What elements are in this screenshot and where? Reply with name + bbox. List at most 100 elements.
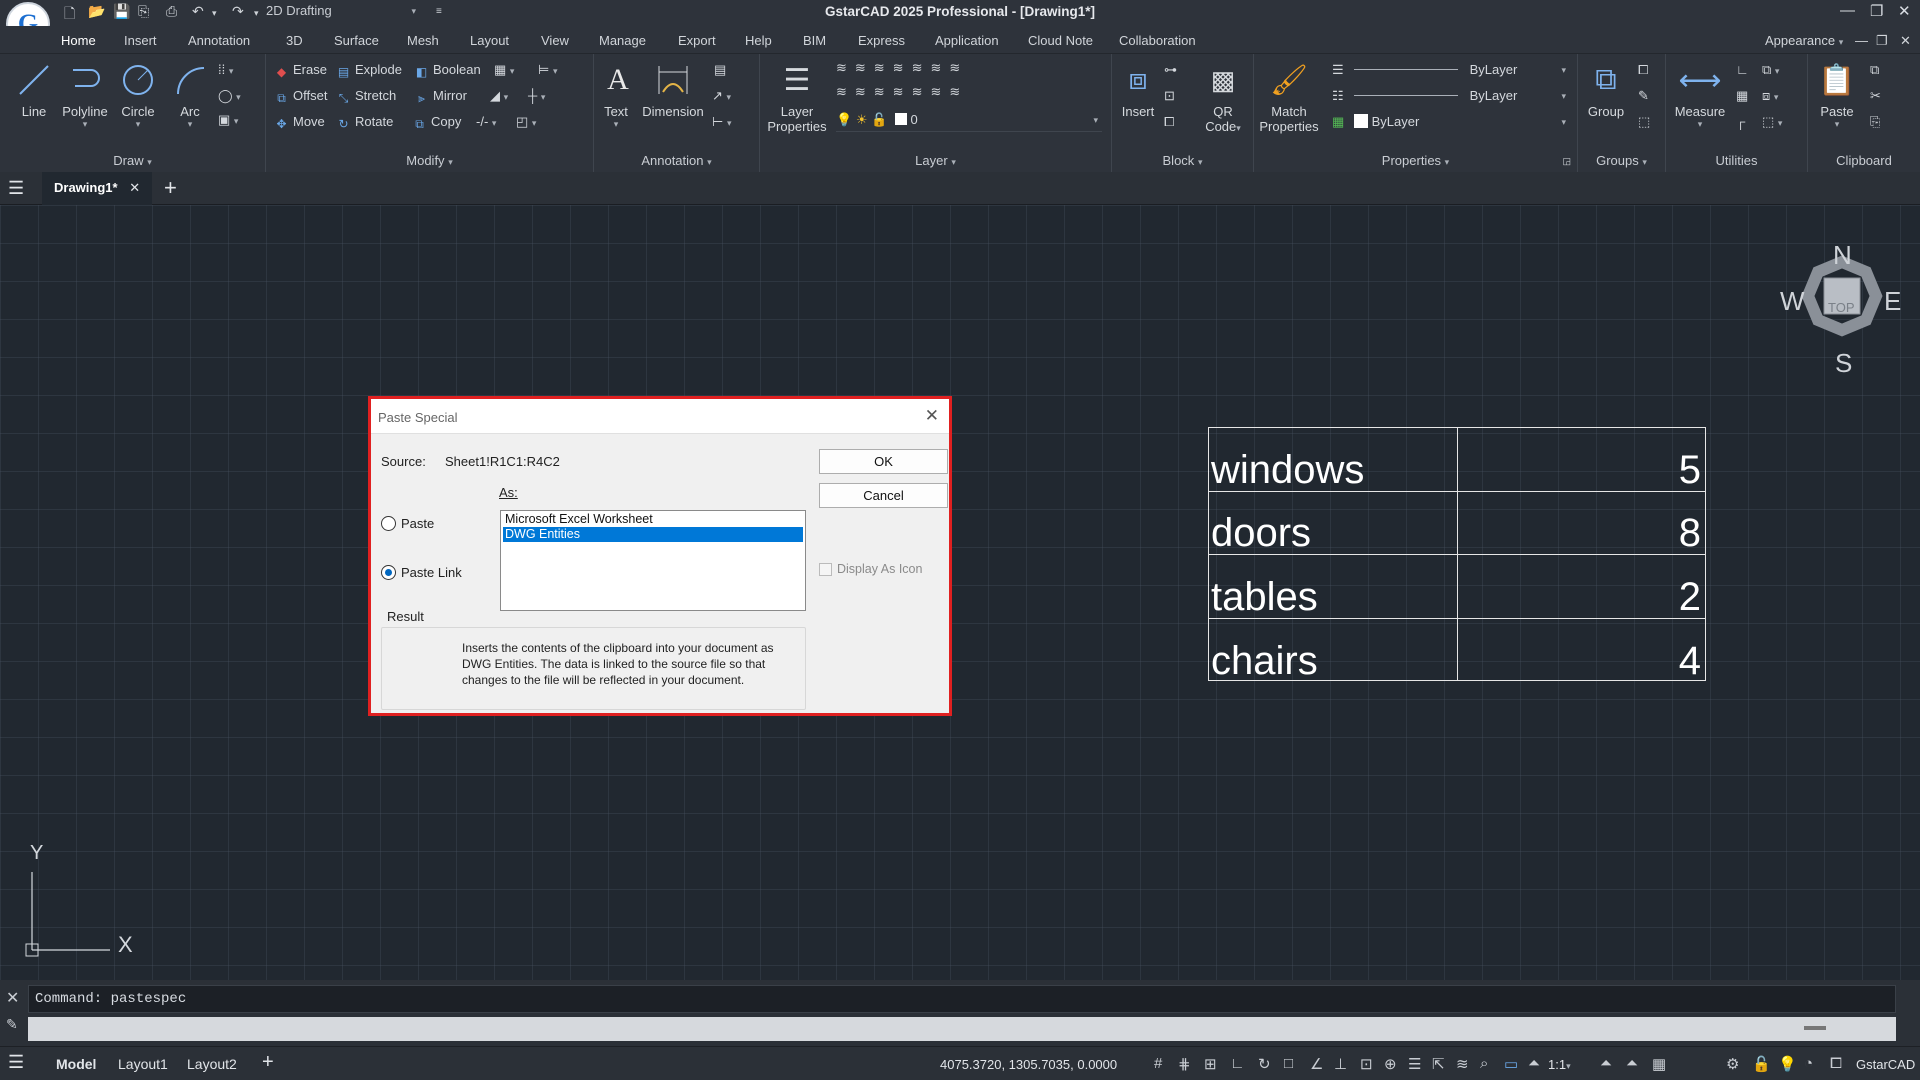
- lineweight-dropdown[interactable]: ByLayer ▾: [1354, 88, 1570, 106]
- measure-button[interactable]: ⟷ Measure ▾: [1670, 60, 1730, 130]
- quick-select-icon[interactable]: ⧉ ▾: [1762, 62, 1779, 78]
- chevron-down-icon[interactable]: ▾: [598, 119, 634, 130]
- pasted-data-table[interactable]: windows 5 doors 8 tables 2 chairs 4: [1208, 427, 1706, 683]
- tab-home[interactable]: Home: [61, 33, 96, 48]
- circle-button[interactable]: Circle ▾: [114, 60, 162, 130]
- scroll-thumb[interactable]: [1804, 1026, 1826, 1030]
- close-icon[interactable]: ✕: [1898, 2, 1911, 20]
- paste-button[interactable]: 📋 Paste ▾: [1812, 60, 1862, 130]
- tab-annotation[interactable]: Annotation: [188, 33, 250, 48]
- compass-north[interactable]: N: [1833, 240, 1852, 271]
- tab-mesh[interactable]: Mesh: [407, 33, 439, 48]
- paste-link-radio-label[interactable]: Paste Link: [401, 565, 462, 580]
- ribbon-minimize-icon[interactable]: —: [1855, 33, 1868, 48]
- line-button[interactable]: Line: [12, 60, 56, 119]
- align-icon[interactable]: ⊨ ▾: [538, 62, 557, 78]
- zoom-icon[interactable]: ⌕: [1480, 1055, 1488, 1072]
- rotate-button[interactable]: ↻ Rotate: [336, 114, 393, 131]
- tab-cloud-note[interactable]: Cloud Note: [1028, 33, 1093, 48]
- tab-view[interactable]: View: [541, 33, 569, 48]
- block-define-icon[interactable]: ⧠: [1164, 114, 1174, 130]
- dynamic-input-icon[interactable]: ⊡: [1360, 1055, 1373, 1073]
- layout-menu-icon[interactable]: ☰: [8, 1052, 24, 1073]
- tab-express[interactable]: Express: [858, 33, 905, 48]
- viewport-icon[interactable]: ▭: [1504, 1055, 1518, 1073]
- auto-scale-icon[interactable]: ⏶: [1626, 1055, 1638, 1072]
- list-item-excel-worksheet[interactable]: Microsoft Excel Worksheet: [503, 512, 803, 527]
- annotation-scale-icon[interactable]: ⏶: [1528, 1055, 1540, 1072]
- panel-launcher-icon[interactable]: ◲: [1562, 156, 1571, 167]
- tab-surface[interactable]: Surface: [334, 33, 379, 48]
- snap-icon[interactable]: ⋕: [1178, 1055, 1191, 1073]
- osnap-icon[interactable]: □: [1284, 1055, 1293, 1072]
- restore-icon[interactable]: ❐: [1870, 2, 1883, 20]
- ellipse-icon[interactable]: ◯ ▾: [218, 88, 241, 104]
- layer-tools-row-1[interactable]: ≋≋≋≋≋≋≋: [836, 60, 968, 76]
- tab-help[interactable]: Help: [745, 33, 772, 48]
- paste-as-listbox[interactable]: Microsoft Excel Worksheet DWG Entities: [500, 510, 806, 611]
- dialog-close-icon[interactable]: ✕: [925, 406, 939, 426]
- isolate-objects-icon[interactable]: 💡: [1778, 1055, 1797, 1073]
- cancel-button[interactable]: Cancel: [819, 483, 948, 508]
- workspace-grid-icon[interactable]: ▦: [1652, 1055, 1666, 1073]
- move-button[interactable]: ✥ Move: [274, 114, 324, 131]
- ribbon-close-icon[interactable]: ✕: [1900, 33, 1911, 49]
- layer-stack-status-icon[interactable]: ≋: [1456, 1055, 1469, 1073]
- match-properties-button[interactable]: 🖌 Match Properties: [1258, 60, 1320, 135]
- menu-hamburger-icon[interactable]: ☰: [8, 178, 24, 199]
- close-command-icon[interactable]: ✕: [6, 988, 19, 1008]
- close-tab-icon[interactable]: ✕: [129, 180, 140, 195]
- coordinate-icon[interactable]: ∟: [1736, 62, 1749, 77]
- otrack-icon[interactable]: ∠: [1310, 1055, 1323, 1073]
- copy-base-icon[interactable]: ⎘: [1870, 114, 1880, 130]
- group-edit-icon[interactable]: ✎: [1638, 88, 1649, 104]
- dim-linear-icon[interactable]: ⊢ ▾: [712, 114, 731, 130]
- tab-model[interactable]: Model: [56, 1056, 96, 1072]
- annotation-visibility-icon[interactable]: ⏶: [1600, 1055, 1612, 1072]
- command-settings-icon[interactable]: ✎: [6, 1016, 18, 1033]
- settings-gear-icon[interactable]: ⚙: [1726, 1055, 1739, 1073]
- ucs-icon[interactable]: ┌: [1736, 114, 1745, 129]
- compass-south[interactable]: S: [1835, 348, 1852, 379]
- viewcube[interactable]: N S E W TOP: [1780, 240, 1904, 379]
- chevron-down-icon[interactable]: ▾: [168, 119, 212, 130]
- add-layout-plus-icon[interactable]: +: [262, 1051, 274, 1074]
- scale-icon[interactable]: ◰ ▾: [516, 114, 536, 130]
- compass-east[interactable]: E: [1884, 286, 1901, 317]
- draw-panel-label[interactable]: Draw ▾: [0, 153, 265, 168]
- chevron-down-icon[interactable]: ▾: [60, 119, 110, 130]
- color-dropdown[interactable]: ByLayer ▾: [1354, 114, 1570, 132]
- cut-icon[interactable]: ✂: [1870, 88, 1881, 104]
- properties-panel-label[interactable]: Properties ▾: [1254, 153, 1577, 168]
- selection-icon[interactable]: ⬚ ▾: [1762, 114, 1782, 130]
- tab-insert[interactable]: Insert: [124, 33, 157, 48]
- annotation-panel-label[interactable]: Annotation ▾: [594, 153, 759, 168]
- new-tab-plus-icon[interactable]: +: [164, 175, 177, 201]
- block-editor-icon[interactable]: ⊶: [1164, 62, 1177, 78]
- paste-link-radio[interactable]: [381, 565, 396, 580]
- tab-collaboration[interactable]: Collaboration: [1119, 33, 1196, 48]
- polyline-button[interactable]: Polyline ▾: [60, 60, 110, 130]
- tab-layout[interactable]: Layout: [470, 33, 509, 48]
- group-select-icon[interactable]: ⬚: [1638, 114, 1650, 130]
- fillet-icon[interactable]: ◢ ▾: [490, 88, 508, 104]
- copy-clip-icon[interactable]: ⧉: [1870, 62, 1879, 78]
- layer-panel-label[interactable]: Layer ▾: [760, 153, 1111, 168]
- tab-drawing1[interactable]: Drawing1* ✕: [42, 172, 153, 205]
- paste-radio[interactable]: [381, 516, 396, 531]
- object-snap-tracking-icon[interactable]: ⊕: [1384, 1055, 1397, 1073]
- tab-export[interactable]: Export: [678, 33, 716, 48]
- grid-icon[interactable]: #: [1154, 1055, 1162, 1072]
- tab-3d[interactable]: 3D: [286, 33, 303, 48]
- copy-button[interactable]: ⧉ Copy: [412, 114, 461, 131]
- lineweight-toggle-icon[interactable]: ☰: [1408, 1055, 1421, 1073]
- modify-panel-label[interactable]: Modify ▾: [266, 153, 593, 168]
- ok-button[interactable]: OK: [819, 449, 948, 474]
- clean-screen-icon[interactable]: ⧠: [1830, 1055, 1842, 1072]
- ortho-icon[interactable]: ∟: [1230, 1055, 1245, 1072]
- hardware-acceleration-icon[interactable]: ◔: [1804, 1055, 1813, 1072]
- layer-properties-button[interactable]: ☰ Layer Properties: [764, 60, 830, 135]
- calculator-icon[interactable]: ▦: [1736, 88, 1748, 104]
- command-input[interactable]: [28, 1017, 1896, 1041]
- tab-layout2[interactable]: Layout2: [187, 1056, 237, 1072]
